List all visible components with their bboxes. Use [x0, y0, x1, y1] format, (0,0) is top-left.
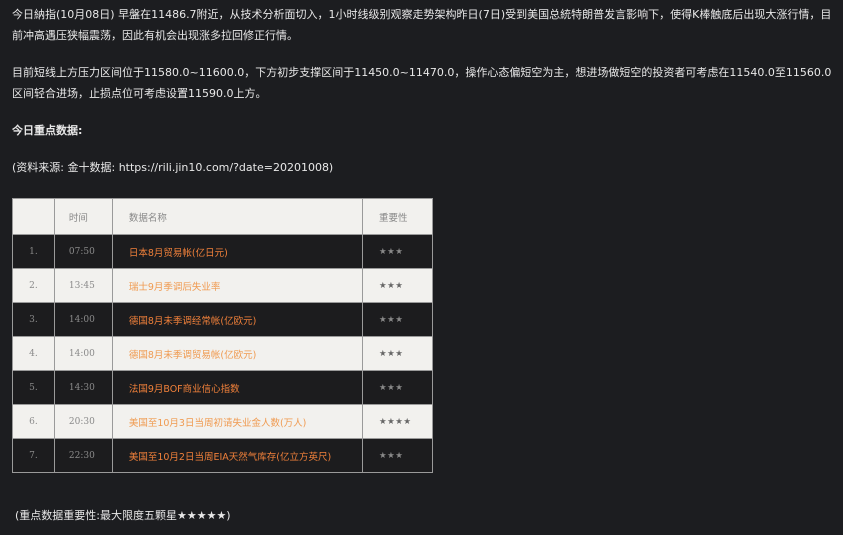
row-importance: ★★★ [362, 370, 433, 405]
table-row: 5. 14:30 法国9月BOF商业信心指数 ★★★ [12, 370, 433, 405]
header-index [12, 198, 55, 235]
table-header-row: 时间 数据名称 重要性 [12, 198, 433, 235]
table-row: 4. 14:00 德国8月未季调贸易帐(亿欧元) ★★★ [12, 336, 433, 371]
row-index: 1. [12, 234, 55, 269]
table-row: 1. 07:50 日本8月贸易帐(亿日元) ★★★ [12, 234, 433, 269]
row-index: 5. [12, 370, 55, 405]
row-name: 美国至10月2日当周EIA天然气库存(亿立方英尺) [111, 438, 364, 473]
row-importance: ★★★ [362, 438, 433, 473]
header-importance: 重要性 [362, 198, 433, 235]
row-importance: ★★★ [362, 302, 433, 337]
economic-data-table: 时间 数据名称 重要性 1. 07:50 日本8月贸易帐(亿日元) ★★★ 2. 13:4… [12, 198, 433, 473]
header-time: 时间 [53, 198, 113, 235]
page: 今日納指(10月08日) 早盤在11486.7附近，从技术分析面切入，1小时线级… [0, 0, 843, 535]
row-name: 德国8月未季调经常帐(亿欧元) [111, 302, 364, 337]
row-index: 2. [12, 268, 55, 303]
row-time: 20:30 [53, 404, 113, 439]
source-text: (资料来源: 金十数据: https://rili.jin10.com/?dat… [12, 161, 334, 174]
row-index: 6. [12, 404, 55, 439]
table-row: 6. 20:30 美国至10月3日当周初请失业金人数(万人) ★★★★ [12, 404, 433, 439]
row-time: 14:00 [53, 302, 113, 337]
article-paragraph-2: 目前短线上方压力区间位于11580.0~11600.0，下方初步支撑区间于114… [12, 66, 832, 100]
row-name: 法国9月BOF商业信心指数 [111, 370, 364, 405]
row-name: 瑞士9月季调后失业率 [111, 268, 364, 303]
row-time: 14:30 [53, 370, 113, 405]
table-body: 1. 07:50 日本8月贸易帐(亿日元) ★★★ 2. 13:45 瑞士9月季调后失业率 ★… [12, 234, 433, 473]
row-time: 13:45 [53, 268, 113, 303]
row-index: 3. [12, 302, 55, 337]
row-time: 14:00 [53, 336, 113, 371]
row-importance: ★★★ [362, 234, 433, 269]
row-importance: ★★★ [362, 336, 433, 371]
table-row: 7. 22:30 美国至10月2日当周EIA天然气库存(亿立方英尺) ★★★ [12, 438, 433, 473]
row-name: 日本8月贸易帐(亿日元) [111, 234, 364, 269]
row-importance: ★★★★ [362, 404, 433, 439]
article-paragraph-1: 今日納指(10月08日) 早盤在11486.7附近，从技术分析面切入，1小时线级… [12, 8, 832, 42]
importance-footnote: (重点数据重要性:最大限度五颗星★★★★★) [15, 509, 231, 522]
row-time: 07:50 [53, 234, 113, 269]
table-row: 3. 14:00 德国8月未季调经常帐(亿欧元) ★★★ [12, 302, 433, 337]
row-name: 德国8月未季调贸易帐(亿欧元) [111, 336, 364, 371]
row-index: 4. [12, 336, 55, 371]
header-name: 数据名称 [111, 198, 364, 235]
row-name: 美国至10月3日当周初请失业金人数(万人) [111, 404, 364, 439]
table-row: 2. 13:45 瑞士9月季调后失业率 ★★★ [12, 268, 433, 303]
row-importance: ★★★ [362, 268, 433, 303]
row-index: 7. [12, 438, 55, 473]
section-title: 今日重点数据: [12, 124, 83, 137]
row-time: 22:30 [53, 438, 113, 473]
